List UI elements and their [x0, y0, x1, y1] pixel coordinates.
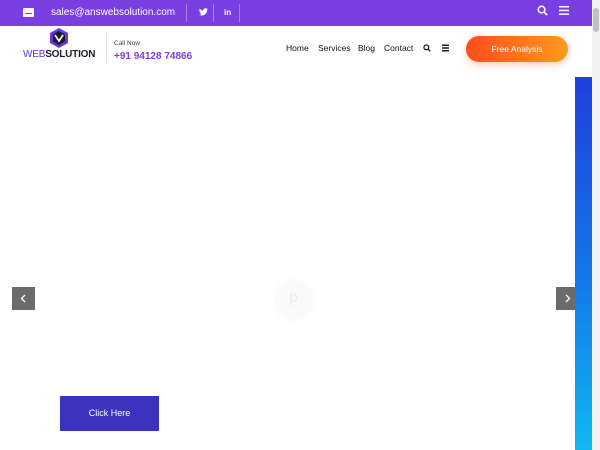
scrollbar-thumb[interactable]	[593, 8, 599, 32]
search-icon[interactable]	[537, 5, 548, 16]
logo-icon[interactable]	[49, 28, 69, 48]
menu-icon[interactable]	[559, 6, 569, 15]
nav-menu-icon[interactable]	[442, 44, 449, 52]
divider	[106, 33, 107, 63]
phone-link[interactable]: +91 94128 74866	[114, 51, 192, 62]
contact-email-link[interactable]: sales@answebsolution.com	[51, 6, 175, 20]
scroll-progress-bar	[575, 77, 592, 450]
free-analysis-button[interactable]: Free Analysis	[466, 36, 568, 62]
divider	[186, 4, 187, 22]
call-now-label: Call Now	[114, 40, 141, 47]
logo-text[interactable]: WEBSOLUTION	[23, 49, 95, 61]
divider	[213, 4, 214, 22]
divider	[239, 4, 240, 22]
loading-spinner: p	[275, 281, 313, 319]
page-scrollbar[interactable]	[592, 0, 600, 450]
chevron-right-icon	[565, 294, 571, 303]
nav-search-icon[interactable]	[423, 44, 431, 52]
nav-blog[interactable]: Blog	[358, 43, 375, 53]
slider-prev-button[interactable]	[12, 287, 35, 310]
nav-home[interactable]: Home	[286, 43, 309, 53]
twitter-icon[interactable]	[199, 6, 208, 20]
click-here-button[interactable]: Click Here	[60, 396, 159, 431]
chevron-left-icon	[20, 294, 26, 303]
linkedin-icon[interactable]: in	[224, 6, 231, 20]
mail-icon	[23, 8, 34, 17]
loader-letter: p	[289, 289, 298, 306]
nav-contact[interactable]: Contact	[384, 43, 413, 53]
top-bar: sales@answebsolution.com in	[0, 0, 600, 26]
hero-slider	[0, 72, 600, 450]
nav-services[interactable]: Services	[318, 43, 351, 53]
